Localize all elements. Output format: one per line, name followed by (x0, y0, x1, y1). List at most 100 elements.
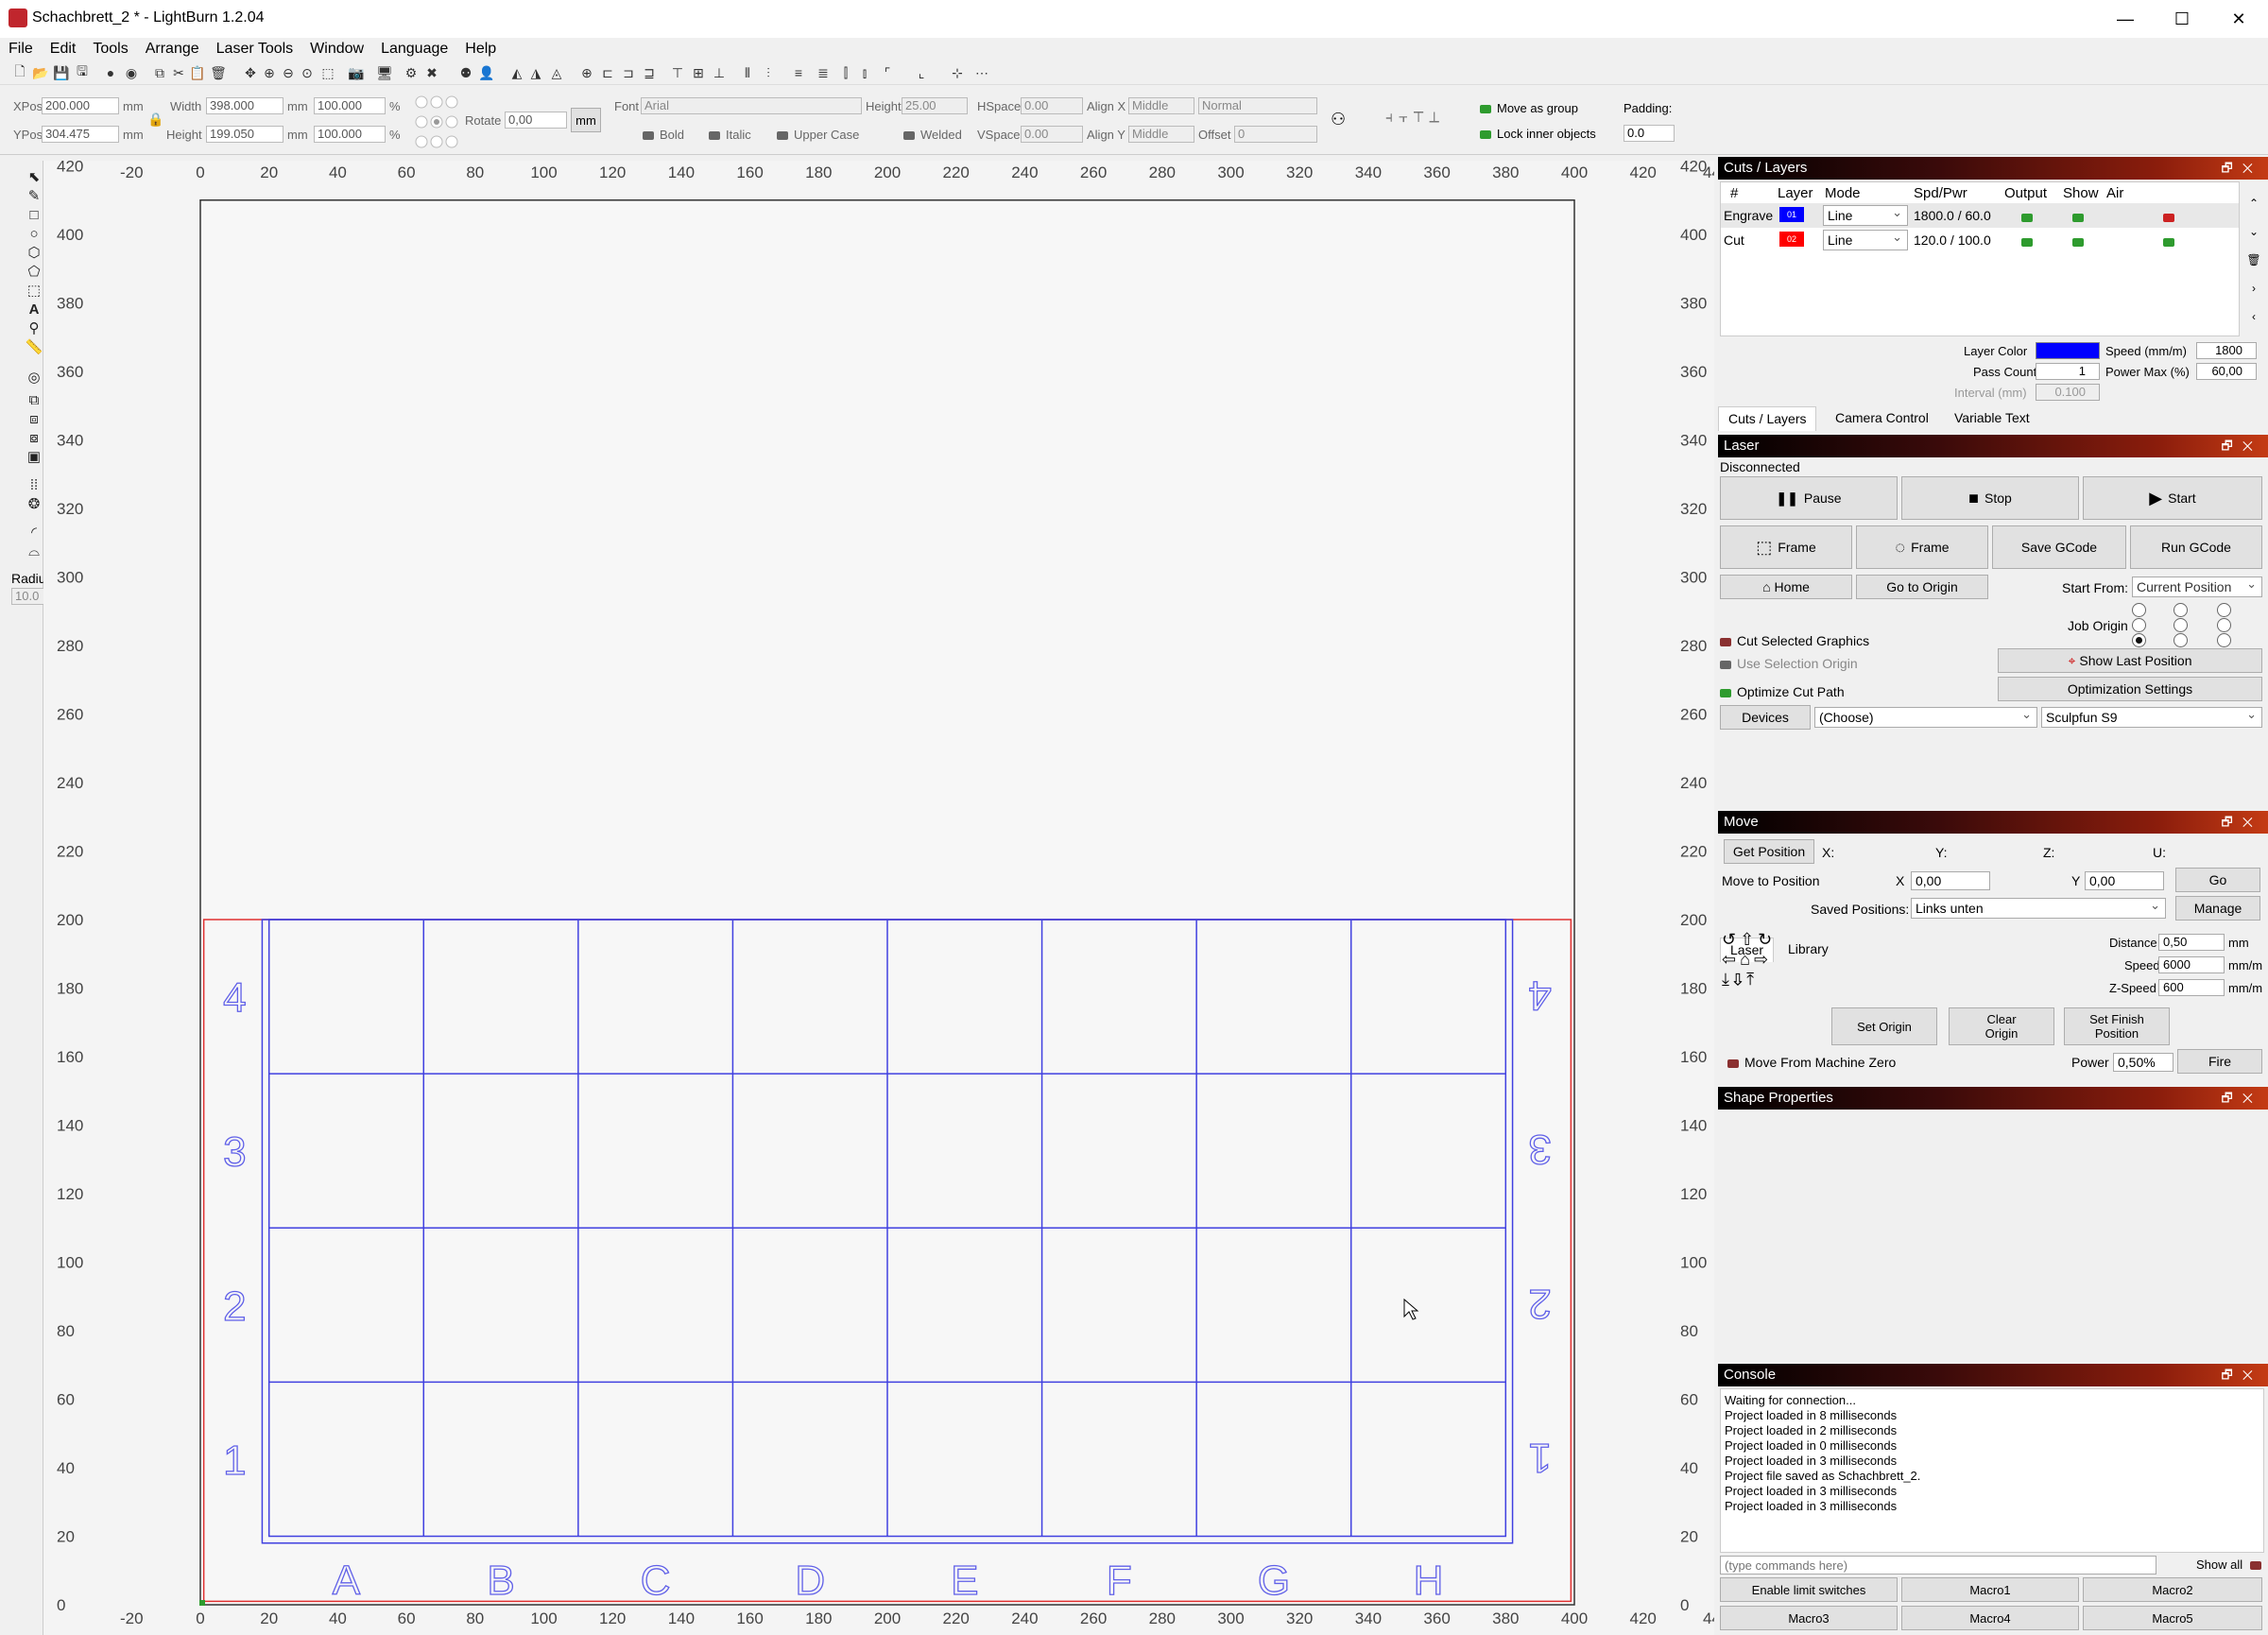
copy-icon[interactable]: ⧉ (151, 64, 168, 81)
clear-origin-button[interactable]: Clear Origin (1949, 1007, 2054, 1045)
table-row[interactable]: Cut 02 Line 120.0 / 100.0 (1721, 228, 2239, 252)
text-style-select[interactable]: Normal (1198, 97, 1317, 114)
anchor-grid[interactable] (414, 95, 465, 149)
set-origin-button[interactable]: Set Origin (1831, 1007, 1937, 1045)
export-icon[interactable]: ◉ (123, 64, 140, 81)
jog-xy-icons[interactable]: ⇦⌂⇨ (1722, 950, 1788, 970)
show-last-position-button[interactable]: ⌖ Show Last Position (1998, 648, 2262, 673)
pan-icon[interactable]: ✥ (242, 64, 259, 81)
ruler-icon[interactable]: ⋯ (973, 64, 990, 81)
new-file-icon[interactable]: 🗋 (11, 63, 28, 81)
close-button[interactable]: ✕ (2211, 0, 2266, 38)
open-file-icon[interactable]: 📂 (32, 64, 49, 81)
origin-radio-bc[interactable] (2174, 633, 2188, 647)
height-percent-field[interactable]: 100.000 (314, 126, 386, 143)
select-tool-icon[interactable]: ⬉ (25, 168, 43, 185)
go-button[interactable]: Go (2175, 868, 2260, 892)
show-all-toggle[interactable]: Show all (2196, 1558, 2267, 1572)
devices-button[interactable]: Devices (1720, 705, 1811, 730)
go-to-origin-button[interactable]: Go to Origin (1856, 575, 1988, 599)
jog-pad[interactable]: ↺⇧↻ ⇦⌂⇨ ⤓⇩⤒ (1722, 930, 1788, 992)
manage-button[interactable]: Manage (2175, 896, 2260, 921)
menu-language[interactable]: Language (381, 41, 448, 58)
air-toggle[interactable] (2163, 233, 2180, 249)
origin-radio-mc[interactable] (2174, 618, 2188, 632)
rotate-field[interactable]: 0,00 (505, 112, 567, 129)
hspace-field[interactable]: 0.00 (1021, 97, 1083, 114)
rectangle-tool-icon[interactable]: □ (25, 206, 43, 223)
cut-icon[interactable]: ✂ (170, 64, 187, 81)
settings-icon[interactable]: ⚙ (403, 64, 420, 81)
origin-radio-br[interactable] (2217, 633, 2231, 647)
layer-color-button[interactable] (2036, 342, 2100, 359)
tab-variable-text[interactable]: Variable Text (1945, 406, 2039, 431)
ungroup-icon[interactable]: 👤 (478, 64, 495, 81)
tools-icon[interactable]: ✖ (423, 64, 440, 81)
circular-array-icon[interactable]: ❂ (25, 495, 43, 512)
pass-count-field[interactable]: 1 (2036, 363, 2100, 380)
origin-radio-tr[interactable] (2217, 603, 2231, 617)
union-icon[interactable]: ⧈ (25, 410, 43, 427)
delete-icon[interactable]: 🗑 (210, 64, 227, 81)
ypos-field[interactable]: 304.475 (42, 126, 119, 143)
output-toggle[interactable] (2021, 233, 2038, 249)
move-from-zero-toggle[interactable]: Move From Machine Zero (1727, 1055, 1896, 1070)
subtract-icon[interactable]: ⧇ (25, 429, 43, 446)
polygon-tool-icon[interactable]: ⬡ (25, 244, 43, 261)
font-select[interactable]: Arial (641, 97, 862, 114)
distribute-v-icon[interactable]: ⫶ (760, 64, 777, 81)
align-hcenter-icon[interactable]: ⊐ (620, 64, 637, 81)
start-from-select[interactable]: Current Position (2132, 575, 2262, 597)
menu-file[interactable]: File (9, 41, 33, 58)
bold-label[interactable]: Bold (643, 128, 684, 142)
boolean-icon[interactable]: ◎ (25, 369, 43, 386)
lock-aspect-icon[interactable]: 🔒 (147, 112, 163, 128)
menu-arrange[interactable]: Arrange (146, 41, 199, 58)
macro1-button[interactable]: Macro1 (1901, 1577, 2079, 1602)
zoom-page-icon[interactable]: ⬚ (319, 64, 336, 81)
maximize-button[interactable]: ☐ (2155, 0, 2209, 38)
origin-radio-tc[interactable] (2174, 603, 2188, 617)
interval-field[interactable]: 0.100 (2036, 384, 2100, 401)
get-position-button[interactable]: Get Position (1724, 839, 1814, 864)
distance-field[interactable]: 0,50 (2158, 934, 2225, 951)
show-toggle[interactable] (2072, 209, 2089, 224)
text-tool-icon[interactable]: A (25, 301, 43, 318)
zoom-in-icon[interactable]: ⊕ (261, 64, 278, 81)
speed-field[interactable]: 1800 (2196, 342, 2257, 359)
workspace-canvas[interactable]: -20 -20 0 0 20 20 40 40 60 60 80 80 100 100 120 120 140 1… (43, 161, 1714, 1635)
rounded-corner-icon[interactable]: ◜ (25, 524, 43, 541)
vspace-field[interactable]: 0.00 (1021, 126, 1083, 143)
grid-array-icon[interactable]: ⁞⁞ (25, 476, 43, 493)
menu-window[interactable]: Window (310, 41, 364, 58)
lock-inner-toggle[interactable]: Lock inner objects (1480, 127, 1596, 141)
origin-radio-ml[interactable] (2132, 618, 2146, 632)
set-finish-position-button[interactable]: Set Finish Position (2064, 1007, 2170, 1045)
xpos-field[interactable]: 200.000 (42, 97, 119, 114)
dock-icon[interactable]: ⫿ (837, 64, 854, 81)
home-button[interactable]: ⌂ Home (1720, 575, 1852, 599)
flip-h-icon[interactable]: ◭ (508, 64, 525, 81)
table-row[interactable]: Engrave 01 Line 1800.0 / 60.0 (1721, 203, 2239, 228)
spacing-v-icon[interactable]: ≣ (815, 64, 832, 81)
measure-icon[interactable]: ⊹ (949, 64, 966, 81)
tab-cuts-layers[interactable]: Cuts / Layers (1718, 406, 1817, 431)
pause-button[interactable]: ❚❚ Pause (1720, 476, 1898, 520)
jog-speed-field[interactable]: 6000 (2158, 956, 2225, 973)
intersect-icon[interactable]: ▣ (25, 448, 43, 465)
frame-rect-button[interactable]: ⬚ Frame (1720, 525, 1852, 569)
zspeed-field[interactable]: 600 (2158, 979, 2225, 996)
camera-icon[interactable]: 📷 (348, 64, 365, 81)
measure-tool-icon[interactable]: 📏 (25, 338, 43, 355)
upper-case-label[interactable]: Upper Case (777, 128, 859, 142)
weld-icon[interactable]: ⧉ (25, 391, 43, 408)
optimization-settings-button[interactable]: Optimization Settings (1998, 677, 2262, 701)
flip-v-icon[interactable]: ◮ (527, 64, 544, 81)
font-height-field[interactable]: 25.00 (902, 97, 968, 114)
macro4-button[interactable]: Macro4 (1901, 1606, 2079, 1630)
tab-camera-control[interactable]: Camera Control (1826, 406, 1938, 431)
height-field[interactable]: 199.050 (206, 126, 284, 143)
device-select[interactable]: Sculpfun S9 (2041, 705, 2262, 728)
optimize-cut-path-toggle[interactable]: Optimize Cut Path (1720, 684, 1845, 699)
menu-edit[interactable]: Edit (50, 41, 77, 58)
